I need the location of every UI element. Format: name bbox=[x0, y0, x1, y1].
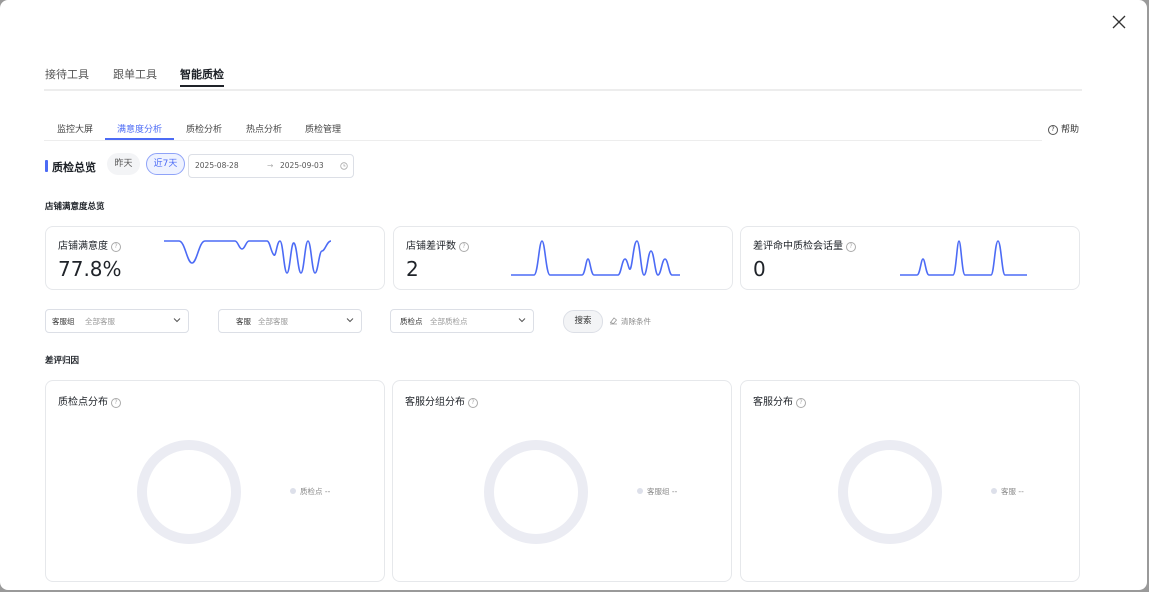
date-start: 2025-08-28 bbox=[195, 161, 239, 170]
legend-label: 客服 bbox=[1001, 487, 1016, 496]
section-marker bbox=[45, 160, 48, 172]
tab-inspection-management[interactable]: 质检管理 bbox=[305, 122, 341, 135]
eraser-icon bbox=[609, 317, 618, 325]
negative-review-value: 2 bbox=[406, 257, 419, 281]
search-button[interactable]: 搜索 bbox=[563, 310, 603, 333]
satisfaction-label: 店铺满意度 bbox=[58, 241, 108, 252]
negative-review-sparkline bbox=[511, 240, 680, 276]
agent-dist-card: 客服分布? 客服 -- bbox=[740, 380, 1080, 582]
help-link[interactable]: ? 帮助 bbox=[1048, 122, 1079, 135]
agent-group-placeholder: 全部客服 bbox=[85, 317, 115, 326]
info-icon: ? bbox=[468, 398, 478, 408]
help-label: 帮助 bbox=[1061, 125, 1080, 135]
date-range-picker[interactable]: 2025-08-28 → 2025-09-03 bbox=[188, 154, 354, 178]
inspection-point-legend: 质检点 -- bbox=[290, 486, 330, 497]
info-icon: ? bbox=[111, 242, 121, 252]
tab-reception-tools[interactable]: 接待工具 bbox=[45, 66, 89, 82]
satisfaction-value: 77.8% bbox=[58, 257, 122, 281]
chevron-down-icon bbox=[518, 318, 526, 323]
agent-legend: 客服 -- bbox=[991, 486, 1024, 497]
inspection-point-label: 质检点 bbox=[400, 317, 423, 326]
inspection-point-placeholder: 全部质检点 bbox=[430, 317, 468, 326]
inspection-point-select[interactable]: 质检点 全部质检点 bbox=[390, 309, 534, 333]
date-end: 2025-09-03 bbox=[280, 161, 324, 170]
info-icon: ? bbox=[796, 398, 806, 408]
tab-order-tools[interactable]: 跟单工具 bbox=[113, 66, 157, 82]
agent-group-select[interactable]: 客服组 全部客服 bbox=[45, 309, 189, 333]
main-tabs: 接待工具 跟单工具 智能质检 bbox=[44, 66, 1082, 91]
legend-label: 质检点 bbox=[300, 487, 323, 496]
inspection-point-dist-card: 质检点分布? 质检点 -- bbox=[45, 380, 385, 582]
sub-tabs: 监控大屏 满意度分析 质检分析 热点分析 质检管理 bbox=[44, 120, 1042, 141]
agent-placeholder: 全部客服 bbox=[258, 317, 288, 326]
attribution-title: 差评归因 bbox=[45, 356, 80, 366]
chevron-down-icon bbox=[173, 318, 181, 323]
hit-sessions-value: 0 bbox=[753, 257, 766, 281]
yesterday-button[interactable]: 昨天 bbox=[107, 153, 140, 175]
clear-filters-button[interactable]: 清除条件 bbox=[609, 316, 651, 327]
agent-group-legend: 客服组 -- bbox=[637, 486, 677, 497]
inspection-point-donut bbox=[137, 440, 241, 544]
close-icon[interactable] bbox=[1110, 13, 1128, 31]
agent-group-label: 客服组 bbox=[52, 317, 75, 326]
date-separator: → bbox=[267, 161, 274, 170]
agent-group-dist-card: 客服分组分布? 客服组 -- bbox=[392, 380, 732, 582]
legend-value: -- bbox=[671, 487, 678, 496]
satisfaction-sparkline bbox=[164, 240, 332, 274]
inspection-point-dist-title: 质检点分布 bbox=[58, 397, 108, 408]
help-icon: ? bbox=[1048, 125, 1058, 135]
info-icon: ? bbox=[111, 398, 121, 408]
store-overview-title: 店铺满意度总览 bbox=[45, 202, 105, 212]
legend-value: -- bbox=[1018, 487, 1024, 496]
tab-inspection-analysis[interactable]: 质检分析 bbox=[186, 122, 222, 135]
agent-label: 客服 bbox=[236, 317, 251, 326]
legend-label: 客服组 bbox=[647, 487, 670, 496]
dialog: 接待工具 跟单工具 智能质检 监控大屏 满意度分析 质检分析 热点分析 质检管理… bbox=[0, 0, 1147, 590]
calendar-icon bbox=[340, 162, 348, 170]
overview-title: 质检总览 bbox=[52, 161, 96, 174]
hit-sessions-label: 差评命中质检会话量 bbox=[753, 241, 843, 252]
hit-sessions-card: 差评命中质检会话量? 0 bbox=[740, 226, 1080, 290]
agent-dist-title: 客服分布 bbox=[753, 397, 793, 408]
clear-filters-label: 清除条件 bbox=[621, 317, 651, 326]
last-7-days-button[interactable]: 近7天 bbox=[146, 153, 185, 175]
hit-sessions-sparkline bbox=[900, 240, 1027, 276]
tab-monitor-screen[interactable]: 监控大屏 bbox=[57, 122, 93, 135]
negative-review-label: 店铺差评数 bbox=[406, 241, 456, 252]
legend-value: -- bbox=[324, 487, 331, 496]
chevron-down-icon bbox=[346, 318, 354, 323]
agent-select[interactable]: 客服 全部客服 bbox=[218, 309, 362, 333]
agent-group-donut bbox=[484, 440, 588, 544]
tab-satisfaction-analysis[interactable]: 满意度分析 bbox=[104, 122, 175, 140]
agent-group-dist-title: 客服分组分布 bbox=[405, 397, 465, 408]
agent-donut bbox=[838, 440, 942, 544]
negative-review-card: 店铺差评数? 2 bbox=[393, 226, 733, 290]
tab-hotspot-analysis[interactable]: 热点分析 bbox=[246, 122, 282, 135]
info-icon: ? bbox=[846, 242, 856, 252]
tab-smart-inspection[interactable]: 智能质检 bbox=[180, 66, 224, 87]
info-icon: ? bbox=[459, 242, 469, 252]
satisfaction-card: 店铺满意度? 77.8% bbox=[45, 226, 385, 290]
